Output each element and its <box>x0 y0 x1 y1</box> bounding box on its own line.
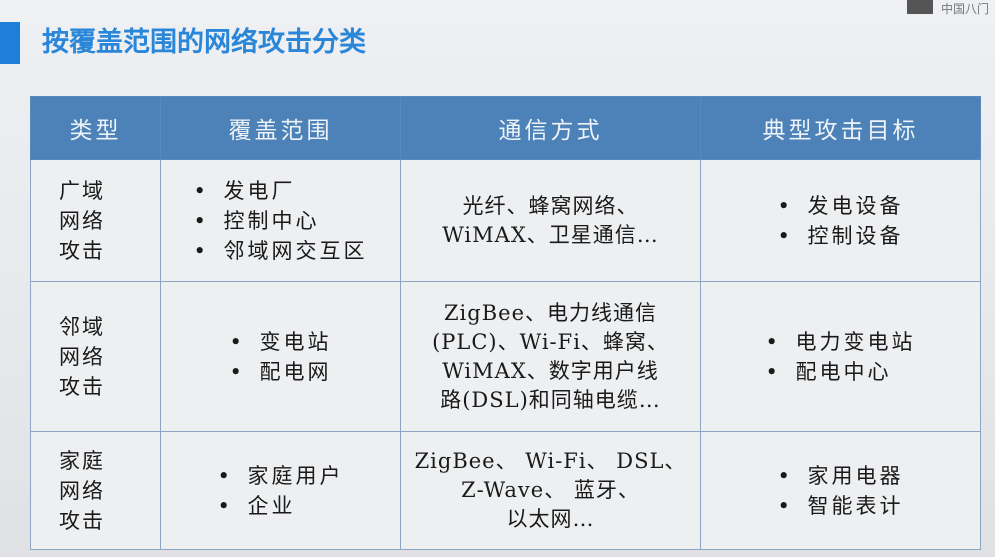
coverage-list: 变电站 配电网 <box>230 327 332 387</box>
list-item: 发电厂 <box>194 176 368 206</box>
type-line: 网络 <box>59 344 105 369</box>
targets-list: 发电设备 控制设备 <box>778 191 904 251</box>
comm-cell: 光纤、蜂窝网络、 WiMAX、卫星通信… <box>400 159 701 282</box>
header-type: 类型 <box>30 96 161 160</box>
list-item: 变电站 <box>230 327 332 357</box>
list-item: 智能表计 <box>778 491 904 521</box>
coverage-list: 家庭用户 企业 <box>218 461 344 521</box>
type-line: 网络 <box>59 478 105 503</box>
comm-cell: ZigBee、电力线通信 (PLC)、Wi-Fi、蜂窝、 WiMAX、数字用户线… <box>400 281 701 432</box>
targets-cell: 电力变电站 配电中心 <box>700 281 981 432</box>
type-line: 攻击 <box>59 374 105 399</box>
table-row-nan: 邻域 网络 攻击 变电站 配电网 ZigBee、电力线通信 (PLC)、Wi-F… <box>30 281 981 432</box>
list-item: 发电设备 <box>778 191 904 221</box>
comm-line: 以太网… <box>506 507 595 531</box>
comm-cell: ZigBee、 Wi-Fi、 DSL、 Z-Wave、 蓝牙、 以太网… <box>400 431 701 550</box>
type-line: 攻击 <box>59 238 105 263</box>
header-targets: 典型攻击目标 <box>700 96 981 160</box>
corner-watermark: 中国八门 <box>940 2 989 16</box>
attack-classification-table: 类型 覆盖范围 通信方式 典型攻击目标 广域 网络 攻击 发电厂 控制中心 邻域… <box>30 96 981 550</box>
list-item: 控制中心 <box>194 206 368 236</box>
table-row-han: 家庭 网络 攻击 家庭用户 企业 ZigBee、 Wi-Fi、 DSL、 Z-W… <box>30 431 981 550</box>
targets-list: 电力变电站 配电中心 <box>766 327 916 387</box>
comm-line: WiMAX、数字用户线 <box>442 358 659 383</box>
title-accent-bar <box>0 22 20 64</box>
comm-line: ZigBee、 Wi-Fi、 DSL、 <box>414 449 687 473</box>
list-item: 企业 <box>218 491 344 521</box>
table-header-row: 类型 覆盖范围 通信方式 典型攻击目标 <box>30 96 981 160</box>
slide-title: 按覆盖范围的网络攻击分类 <box>42 27 366 58</box>
targets-cell: 家用电器 智能表计 <box>700 431 981 550</box>
type-line: 攻击 <box>59 508 105 533</box>
coverage-cell: 发电厂 控制中心 邻域网交互区 <box>160 159 401 282</box>
list-item: 电力变电站 <box>766 327 916 357</box>
list-item: 配电中心 <box>766 357 916 387</box>
coverage-list: 发电厂 控制中心 邻域网交互区 <box>194 176 368 266</box>
list-item: 控制设备 <box>778 221 904 251</box>
coverage-cell: 变电站 配电网 <box>160 281 401 432</box>
coverage-cell: 家庭用户 企业 <box>160 431 401 550</box>
list-item: 邻域网交互区 <box>194 236 368 266</box>
comm-line: WiMAX、卫星通信… <box>442 222 659 247</box>
comm-line: (PLC)、Wi-Fi、蜂窝、 <box>432 329 669 354</box>
type-cell: 家庭 网络 攻击 <box>30 431 161 550</box>
comm-line: 光纤、蜂窝网络、 <box>462 193 639 218</box>
type-line: 邻域 <box>59 314 105 339</box>
targets-list: 家用电器 智能表计 <box>778 461 904 521</box>
header-coverage: 覆盖范围 <box>160 96 401 160</box>
list-item: 配电网 <box>230 357 332 387</box>
header-comm: 通信方式 <box>400 96 701 160</box>
list-item: 家用电器 <box>778 461 904 491</box>
type-cell: 邻域 网络 攻击 <box>30 281 161 432</box>
table-row-wan: 广域 网络 攻击 发电厂 控制中心 邻域网交互区 光纤、蜂窝网络、 WiMAX、… <box>30 159 981 282</box>
comm-line: Z-Wave、 蓝牙、 <box>461 478 640 502</box>
type-line: 广域 <box>59 178 105 203</box>
targets-cell: 发电设备 控制设备 <box>700 159 981 282</box>
type-cell: 广域 网络 攻击 <box>30 159 161 282</box>
comm-line: 路(DSL)和同轴电缆… <box>440 387 661 412</box>
comm-line: ZigBee、电力线通信 <box>443 300 658 325</box>
type-line: 家庭 <box>59 448 105 473</box>
type-line: 网络 <box>59 208 105 233</box>
list-item: 家庭用户 <box>218 461 344 491</box>
